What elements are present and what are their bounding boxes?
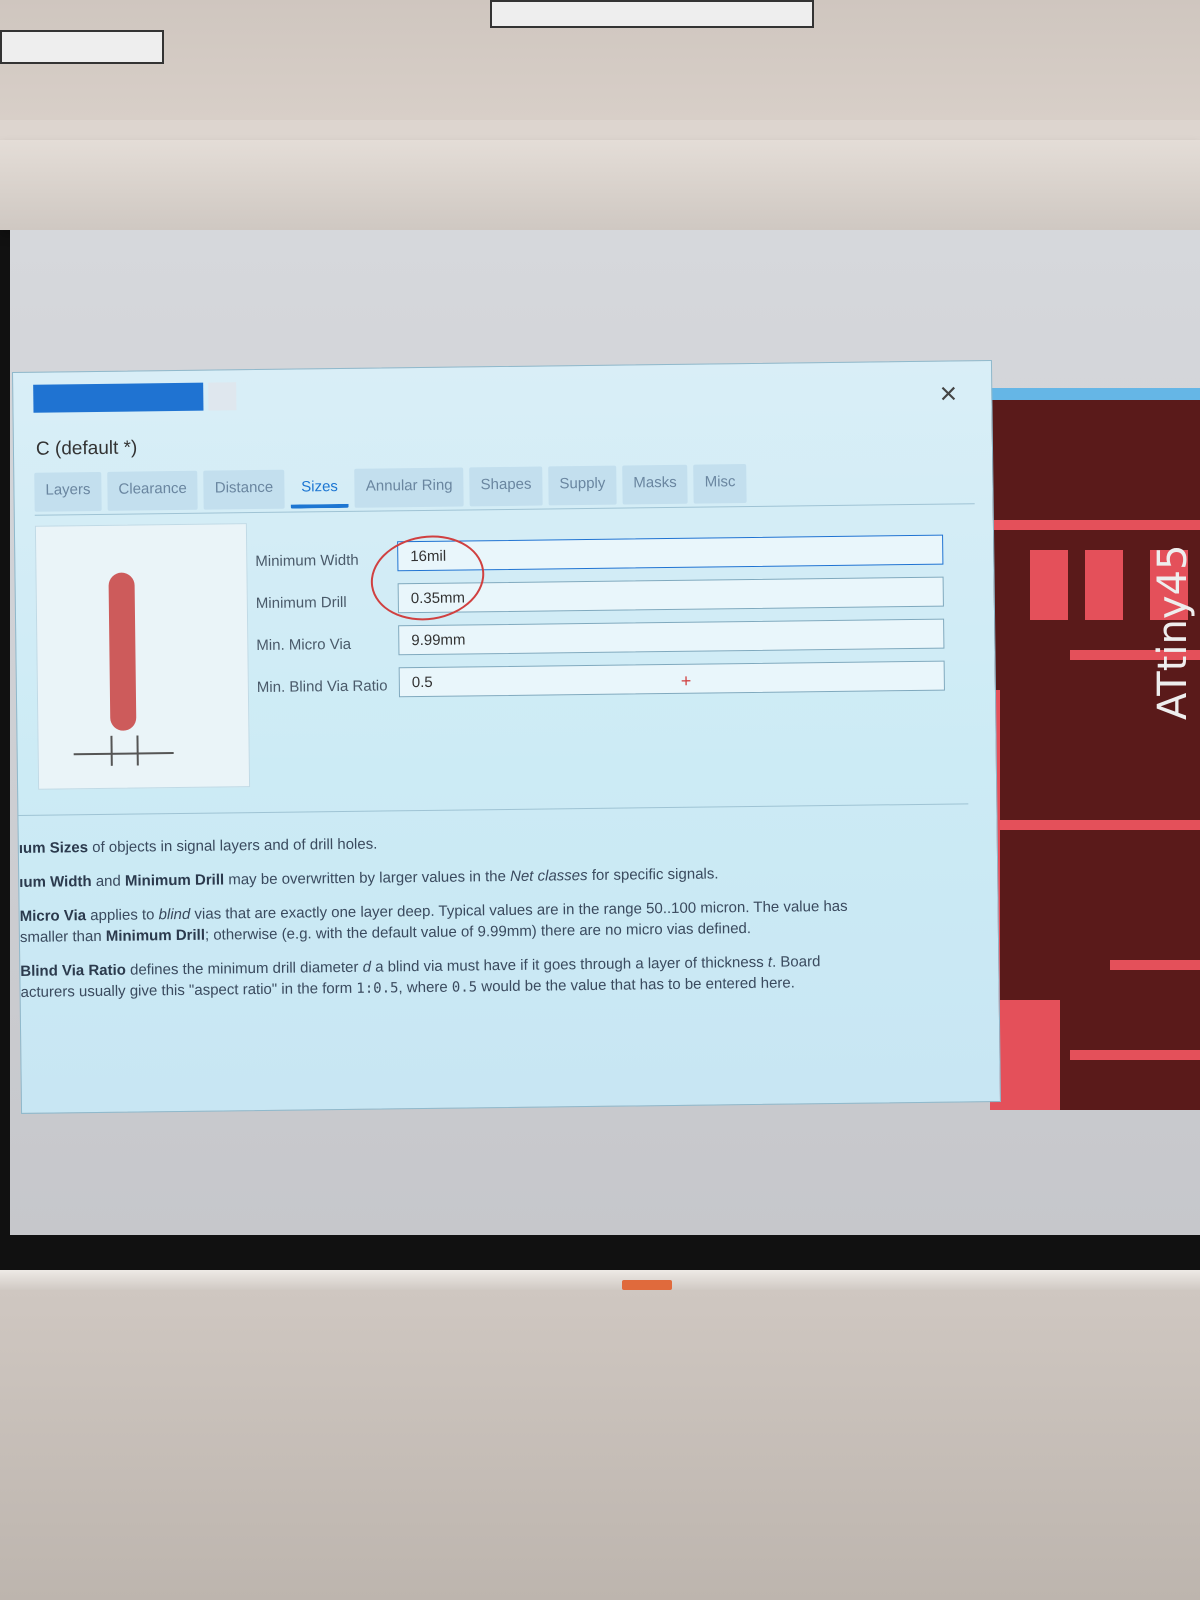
pcb-chip-label: ATtiny45 [1150,544,1196,720]
help-text: ıum Sizes of objects in signal layers an… [18,803,971,1017]
crosshair-cursor-icon: + [680,670,692,691]
tab-masks[interactable]: Masks [622,464,688,505]
sizes-panel: Minimum Width 16mil Minimum Drill 0.35mm… [34,503,979,826]
tab-distance[interactable]: Distance [203,469,285,510]
help-paragraph: ıum Sizes of objects in signal layers an… [18,835,378,857]
tab-supply[interactable]: Supply [548,465,617,506]
tab-annular-ring[interactable]: Annular Ring [354,467,464,508]
tab-bar: Layers Clearance Distance Sizes Annular … [34,464,747,512]
min-micro-via-label: Min. Micro Via [256,635,352,655]
ceiling-light [0,30,164,64]
pcb-view [990,400,1200,1110]
dimension-arrow [73,752,174,756]
ceiling-light [490,0,814,28]
screen-pull-handle[interactable] [622,1280,672,1290]
pcb-trace [990,820,1200,830]
help-paragraph: Micro Via applies to blind vias that are… [19,897,848,946]
screen-housing [0,140,1200,230]
title-bar-accent [208,382,237,411]
dialog-title: C (default *) [35,437,138,460]
pcb-pad [1000,1000,1060,1110]
trace-width-illustration [108,572,137,731]
size-fields: Minimum Width 16mil Minimum Drill 0.35mm… [255,532,977,709]
drc-dialog: × C (default *) Layers Clearance Distanc… [12,360,1001,1114]
pcb-trace [1110,960,1200,970]
tab-shapes[interactable]: Shapes [469,466,543,507]
help-paragraph: ıum Width and Minimum Drill may be overw… [19,865,719,891]
wall [0,1290,1200,1600]
tab-layers[interactable]: Layers [34,471,102,512]
width-preview-image [34,523,251,790]
pcb-pad [1030,550,1068,620]
dimension-tick [136,735,139,766]
tab-misc[interactable]: Misc [693,464,747,504]
help-paragraph: Blind Via Ratio defines the minimum dril… [20,953,821,1001]
title-bar-accent [33,382,204,413]
tab-clearance[interactable]: Clearance [107,470,199,511]
min-micro-via-input[interactable]: 9.99mm [398,618,945,656]
min-blind-via-ratio-label: Min. Blind Via Ratio [256,677,388,697]
min-blind-via-ratio-input[interactable]: 0.5 [398,660,945,698]
pcb-pad [1085,550,1123,620]
dimension-tick [110,735,113,766]
close-icon[interactable]: × [933,377,963,410]
tab-sizes[interactable]: Sizes [289,468,350,509]
pcb-trace [990,520,1200,530]
pcb-trace [1070,1050,1200,1060]
screen-bottom-bar [0,1270,1200,1292]
min-blind-via-ratio-row: Min. Blind Via Ratio 0.5 [257,658,977,709]
